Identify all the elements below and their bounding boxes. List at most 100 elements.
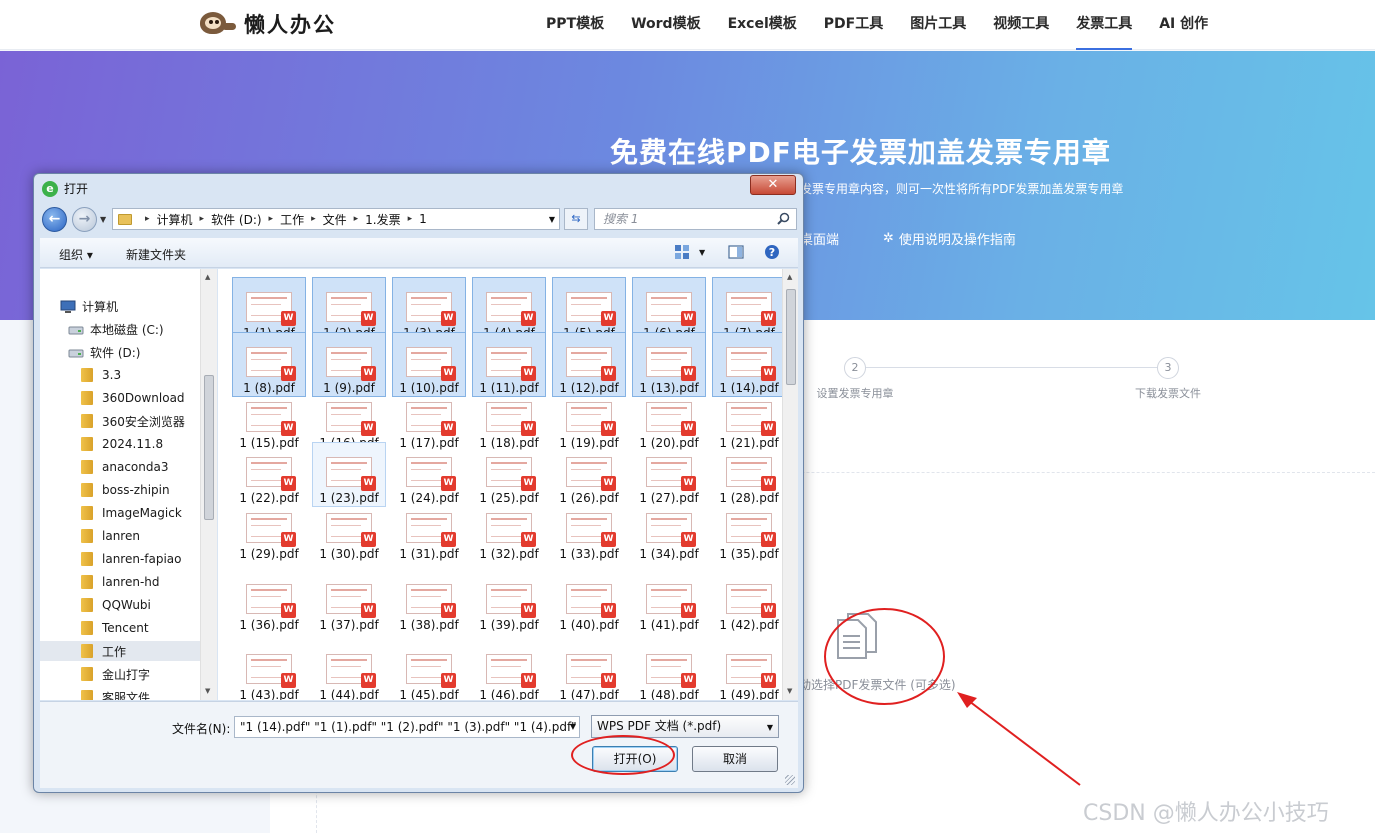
- wps-badge-icon: W: [441, 311, 456, 326]
- tree-item[interactable]: 客服文件: [40, 687, 200, 700]
- file-item[interactable]: W1 (35).pdf: [712, 498, 782, 563]
- file-item[interactable]: W1 (34).pdf: [632, 498, 706, 563]
- wps-badge-icon: W: [361, 532, 376, 547]
- tree-item[interactable]: 本地磁盘 (C:): [40, 319, 200, 339]
- breadcrumb-separator-icon[interactable]: ▸: [311, 214, 316, 224]
- tree-item[interactable]: QQWubi: [40, 595, 200, 615]
- organize-menu[interactable]: 组织 ▾: [59, 246, 93, 263]
- tree-item[interactable]: anaconda3: [40, 457, 200, 477]
- search-icon[interactable]: [777, 212, 790, 225]
- address-bar[interactable]: ▸ 计算机 ▸ 软件 (D:) ▸ 工作 ▸ 文件 ▸ 1.发票 ▸ 1 ▼: [112, 208, 560, 230]
- cancel-button[interactable]: 取消: [692, 746, 778, 772]
- breadcrumb-separator-icon[interactable]: ▸: [408, 214, 413, 224]
- nav-link[interactable]: 视频工具: [993, 0, 1049, 50]
- nav-link[interactable]: PPT模板: [546, 0, 604, 50]
- tree-item[interactable]: 金山打字: [40, 664, 200, 684]
- scroll-up-icon[interactable]: ▲: [787, 273, 792, 281]
- pdf-thumbnail-icon: W: [406, 513, 456, 547]
- forward-arrow-icon[interactable]: →: [72, 207, 97, 232]
- tree-item[interactable]: 工作: [40, 641, 200, 661]
- address-dropdown-icon[interactable]: ▼: [545, 215, 559, 224]
- file-item[interactable]: W1 (30).pdf: [312, 498, 386, 563]
- file-item[interactable]: W1 (44).pdf: [312, 639, 386, 700]
- tree-item[interactable]: 3.3: [40, 365, 200, 385]
- file-item[interactable]: W1 (48).pdf: [632, 639, 706, 700]
- tree-item[interactable]: Tencent: [40, 618, 200, 638]
- file-item[interactable]: W1 (46).pdf: [472, 639, 546, 700]
- file-item[interactable]: W1 (41).pdf: [632, 569, 706, 634]
- breadcrumb-item[interactable]: 文件: [323, 211, 347, 228]
- file-name: 1 (47).pdf: [559, 688, 619, 700]
- view-options-icon[interactable]: [674, 244, 690, 260]
- breadcrumb-separator-icon[interactable]: ▸: [269, 214, 274, 224]
- file-item[interactable]: W1 (43).pdf: [232, 639, 306, 700]
- dialog-title: 打开: [64, 182, 89, 196]
- filename-dropdown-icon[interactable]: ▼: [570, 717, 576, 737]
- tree-item[interactable]: lanren-hd: [40, 572, 200, 592]
- file-item[interactable]: W1 (37).pdf: [312, 569, 386, 634]
- guide-link[interactable]: ✲ 使用说明及操作指南: [883, 229, 1016, 248]
- scroll-down-icon[interactable]: ▼: [787, 687, 792, 695]
- view-dropdown-icon[interactable]: ▼: [699, 248, 705, 257]
- breadcrumb-separator-icon[interactable]: ▸: [145, 214, 150, 224]
- breadcrumb-item[interactable]: 计算机: [157, 211, 193, 228]
- file-item[interactable]: W1 (40).pdf: [552, 569, 626, 634]
- tree-item[interactable]: 360安全浏览器: [40, 411, 200, 431]
- file-item[interactable]: W1 (39).pdf: [472, 569, 546, 634]
- close-button[interactable]: ✕: [750, 175, 796, 195]
- tree-scroll-thumb[interactable]: [204, 375, 214, 520]
- site-logo[interactable]: 懒人办公: [198, 9, 336, 39]
- scroll-down-icon[interactable]: ▼: [205, 687, 210, 695]
- breadcrumb-separator-icon[interactable]: ▸: [354, 214, 359, 224]
- tree-item[interactable]: lanren: [40, 526, 200, 546]
- file-item[interactable]: W1 (36).pdf: [232, 569, 306, 634]
- preview-pane-icon[interactable]: [728, 244, 744, 260]
- tree-item[interactable]: ImageMagick: [40, 503, 200, 523]
- pdf-thumbnail-icon: W: [646, 457, 696, 491]
- breadcrumb-item[interactable]: 软件 (D:): [211, 211, 261, 228]
- file-item[interactable]: W1 (49).pdf: [712, 639, 782, 700]
- file-item[interactable]: W1 (32).pdf: [472, 498, 546, 563]
- dialog-titlebar[interactable]: e 打开: [42, 180, 88, 197]
- pdf-thumbnail-icon: W: [646, 654, 696, 688]
- new-folder-button[interactable]: 新建文件夹: [126, 246, 186, 263]
- tree-item[interactable]: 计算机: [40, 296, 200, 316]
- file-item[interactable]: W1 (31).pdf: [392, 498, 466, 563]
- navigation-tree[interactable]: 计算机本地磁盘 (C:) 软件 (D:) 3.3 360Download 360安全浏览…: [40, 269, 200, 700]
- file-item[interactable]: W1 (38).pdf: [392, 569, 466, 634]
- desktop-link[interactable]: 桌面端: [800, 229, 839, 248]
- breadcrumb-separator-icon[interactable]: ▸: [200, 214, 205, 224]
- file-item[interactable]: W1 (33).pdf: [552, 498, 626, 563]
- file-item[interactable]: W1 (47).pdf: [552, 639, 626, 700]
- files-scroll-thumb[interactable]: [786, 289, 796, 385]
- file-item[interactable]: W1 (42).pdf: [712, 569, 782, 634]
- history-dropdown-icon[interactable]: ▼: [100, 215, 106, 224]
- help-icon[interactable]: ?: [764, 244, 780, 260]
- file-item[interactable]: W1 (45).pdf: [392, 639, 466, 700]
- resize-grip-icon[interactable]: [785, 775, 795, 785]
- refresh-icon[interactable]: ⇆: [564, 208, 588, 230]
- tree-item[interactable]: lanren-fapiao: [40, 549, 200, 569]
- scroll-up-icon[interactable]: ▲: [205, 273, 210, 281]
- nav-link[interactable]: PDF工具: [824, 0, 883, 50]
- nav-link[interactable]: Excel模板: [728, 0, 797, 50]
- file-list[interactable]: W1 (1).pdfW1 (2).pdfW1 (3).pdfW1 (4).pdf…: [218, 269, 782, 700]
- file-item[interactable]: W1 (29).pdf: [232, 498, 306, 563]
- tree-item[interactable]: 2024.11.8: [40, 434, 200, 454]
- file-list-scrollbar[interactable]: ▲ ▼: [782, 269, 798, 700]
- breadcrumb-item[interactable]: 工作: [280, 211, 304, 228]
- breadcrumb-item[interactable]: 1: [419, 212, 427, 226]
- wps-badge-icon: W: [601, 476, 616, 491]
- tree-item[interactable]: 软件 (D:): [40, 342, 200, 362]
- nav-link[interactable]: 图片工具: [910, 0, 966, 50]
- nav-link[interactable]: AI 创作: [1159, 0, 1208, 50]
- nav-link[interactable]: 发票工具: [1076, 0, 1133, 50]
- breadcrumb-item[interactable]: 1.发票: [365, 211, 400, 228]
- search-input[interactable]: 搜索 1: [594, 208, 797, 230]
- nav-link[interactable]: Word模板: [631, 0, 701, 50]
- back-arrow-icon[interactable]: ←: [42, 207, 67, 232]
- filename-input[interactable]: "1 (14).pdf" "1 (1).pdf" "1 (2).pdf" "1 …: [234, 716, 580, 738]
- tree-item[interactable]: boss-zhipin: [40, 480, 200, 500]
- tree-item[interactable]: 360Download: [40, 388, 200, 408]
- tree-scrollbar[interactable]: ▲ ▼: [200, 269, 217, 700]
